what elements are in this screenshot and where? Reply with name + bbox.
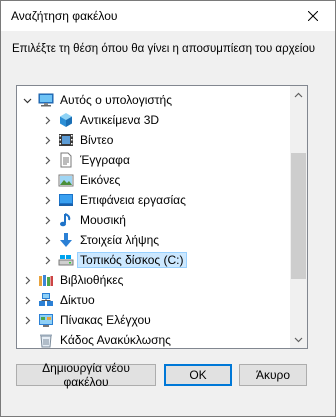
tree-item-libraries[interactable]: Βιβλιοθήκες	[17, 270, 290, 290]
close-button[interactable]	[290, 1, 335, 31]
tree-item-desktop[interactable]: Επιφάνεια εργασίας	[17, 190, 290, 210]
tree-scrollbar[interactable]	[290, 86, 307, 348]
ok-button[interactable]: OK	[164, 364, 232, 386]
window-title: Αναζήτηση φακέλου	[11, 9, 118, 23]
expand-arrow-icon[interactable]	[42, 155, 52, 165]
tree-item-label: Δίκτυο	[60, 293, 95, 307]
tree-item-label: Αυτός ο υπολογιστής	[60, 93, 172, 107]
music-icon	[58, 212, 74, 228]
tree-item-label: Βιβλιοθήκες	[60, 273, 124, 287]
tree-item-label: Βίντεο	[80, 133, 114, 147]
tree-item-label: Επιφάνεια εργασίας	[80, 193, 186, 207]
libraries-icon	[38, 272, 54, 288]
expand-arrow-icon[interactable]	[22, 275, 32, 285]
collapse-arrow-icon[interactable]	[22, 95, 32, 105]
tree-item-3d-objects[interactable]: Αντικείμενα 3D	[17, 110, 290, 130]
documents-icon	[58, 152, 74, 168]
tree-item-documents[interactable]: Έγγραφα	[17, 150, 290, 170]
videos-icon	[58, 132, 74, 148]
expand-arrow-icon[interactable]	[42, 135, 52, 145]
expand-arrow-icon[interactable]	[42, 235, 52, 245]
title-bar: Αναζήτηση φακέλου	[1, 1, 335, 31]
objects-3d-icon	[58, 112, 74, 128]
scroll-up-button[interactable]	[290, 86, 307, 103]
folder-tree: Αυτός ο υπολογιστής Αντικείμενα 3D Βίντε…	[16, 85, 308, 349]
browse-folder-dialog: Αναζήτηση φακέλου Επιλέξτε τη θέση όπου …	[0, 0, 336, 417]
expand-arrow-icon[interactable]	[42, 215, 52, 225]
cancel-button[interactable]: Άκυρο	[239, 364, 307, 386]
expand-arrow-icon[interactable]	[22, 295, 32, 305]
tree-item-label: Έγγραφα	[80, 153, 130, 167]
tree-item-videos[interactable]: Βίντεο	[17, 130, 290, 150]
desktop-icon	[58, 192, 74, 208]
downloads-icon	[58, 232, 74, 248]
tree-item-recycle-bin[interactable]: Κάδος Ανακύκλωσης	[17, 330, 290, 348]
computer-icon	[38, 92, 54, 108]
chevron-up-icon	[294, 92, 303, 97]
tree-item-control-panel[interactable]: Πίνακας Ελέγχου	[17, 310, 290, 330]
scroll-down-button[interactable]	[290, 331, 307, 348]
folder-tree-list: Αυτός ο υπολογιστής Αντικείμενα 3D Βίντε…	[17, 86, 290, 348]
tree-item-downloads[interactable]: Στοιχεία λήψης	[17, 230, 290, 250]
tree-item-label: Πίνακας Ελέγχου	[60, 313, 151, 327]
expand-arrow-icon[interactable]	[42, 195, 52, 205]
expand-arrow-icon[interactable]	[42, 255, 52, 265]
tree-item-this-pc[interactable]: Αυτός ο υπολογιστής	[17, 90, 290, 110]
instruction-text: Επιλέξτε τη θέση όπου θα γίνει η αποσυμπ…	[12, 43, 316, 55]
network-icon	[38, 292, 54, 308]
tree-item-music[interactable]: Μουσική	[17, 210, 290, 230]
tree-item-label: Τοπικός δίσκος (C:)	[77, 252, 187, 268]
expand-arrow-icon[interactable]	[22, 315, 32, 325]
tree-item-local-disk-c[interactable]: Τοπικός δίσκος (C:)	[17, 250, 290, 270]
tree-item-network[interactable]: Δίκτυο	[17, 290, 290, 310]
new-folder-button[interactable]: Δημιουργία νέου φακέλου	[16, 361, 156, 389]
tree-item-label: Εικόνες	[80, 173, 121, 187]
control-panel-icon	[38, 312, 54, 328]
tree-item-pictures[interactable]: Εικόνες	[17, 170, 290, 190]
expand-arrow-icon[interactable]	[42, 115, 52, 125]
tree-item-label: Αντικείμενα 3D	[80, 113, 160, 127]
tree-item-label: Κάδος Ανακύκλωσης	[60, 333, 171, 347]
close-icon	[307, 11, 318, 21]
expand-arrow-icon[interactable]	[42, 175, 52, 185]
tree-item-label: Στοιχεία λήψης	[80, 233, 160, 247]
chevron-down-icon	[294, 337, 303, 342]
pictures-icon	[58, 172, 74, 188]
scrollbar-thumb[interactable]	[291, 153, 306, 279]
recycle-bin-icon	[38, 332, 54, 348]
tree-item-label: Μουσική	[80, 213, 126, 227]
local-disk-icon	[58, 252, 74, 268]
